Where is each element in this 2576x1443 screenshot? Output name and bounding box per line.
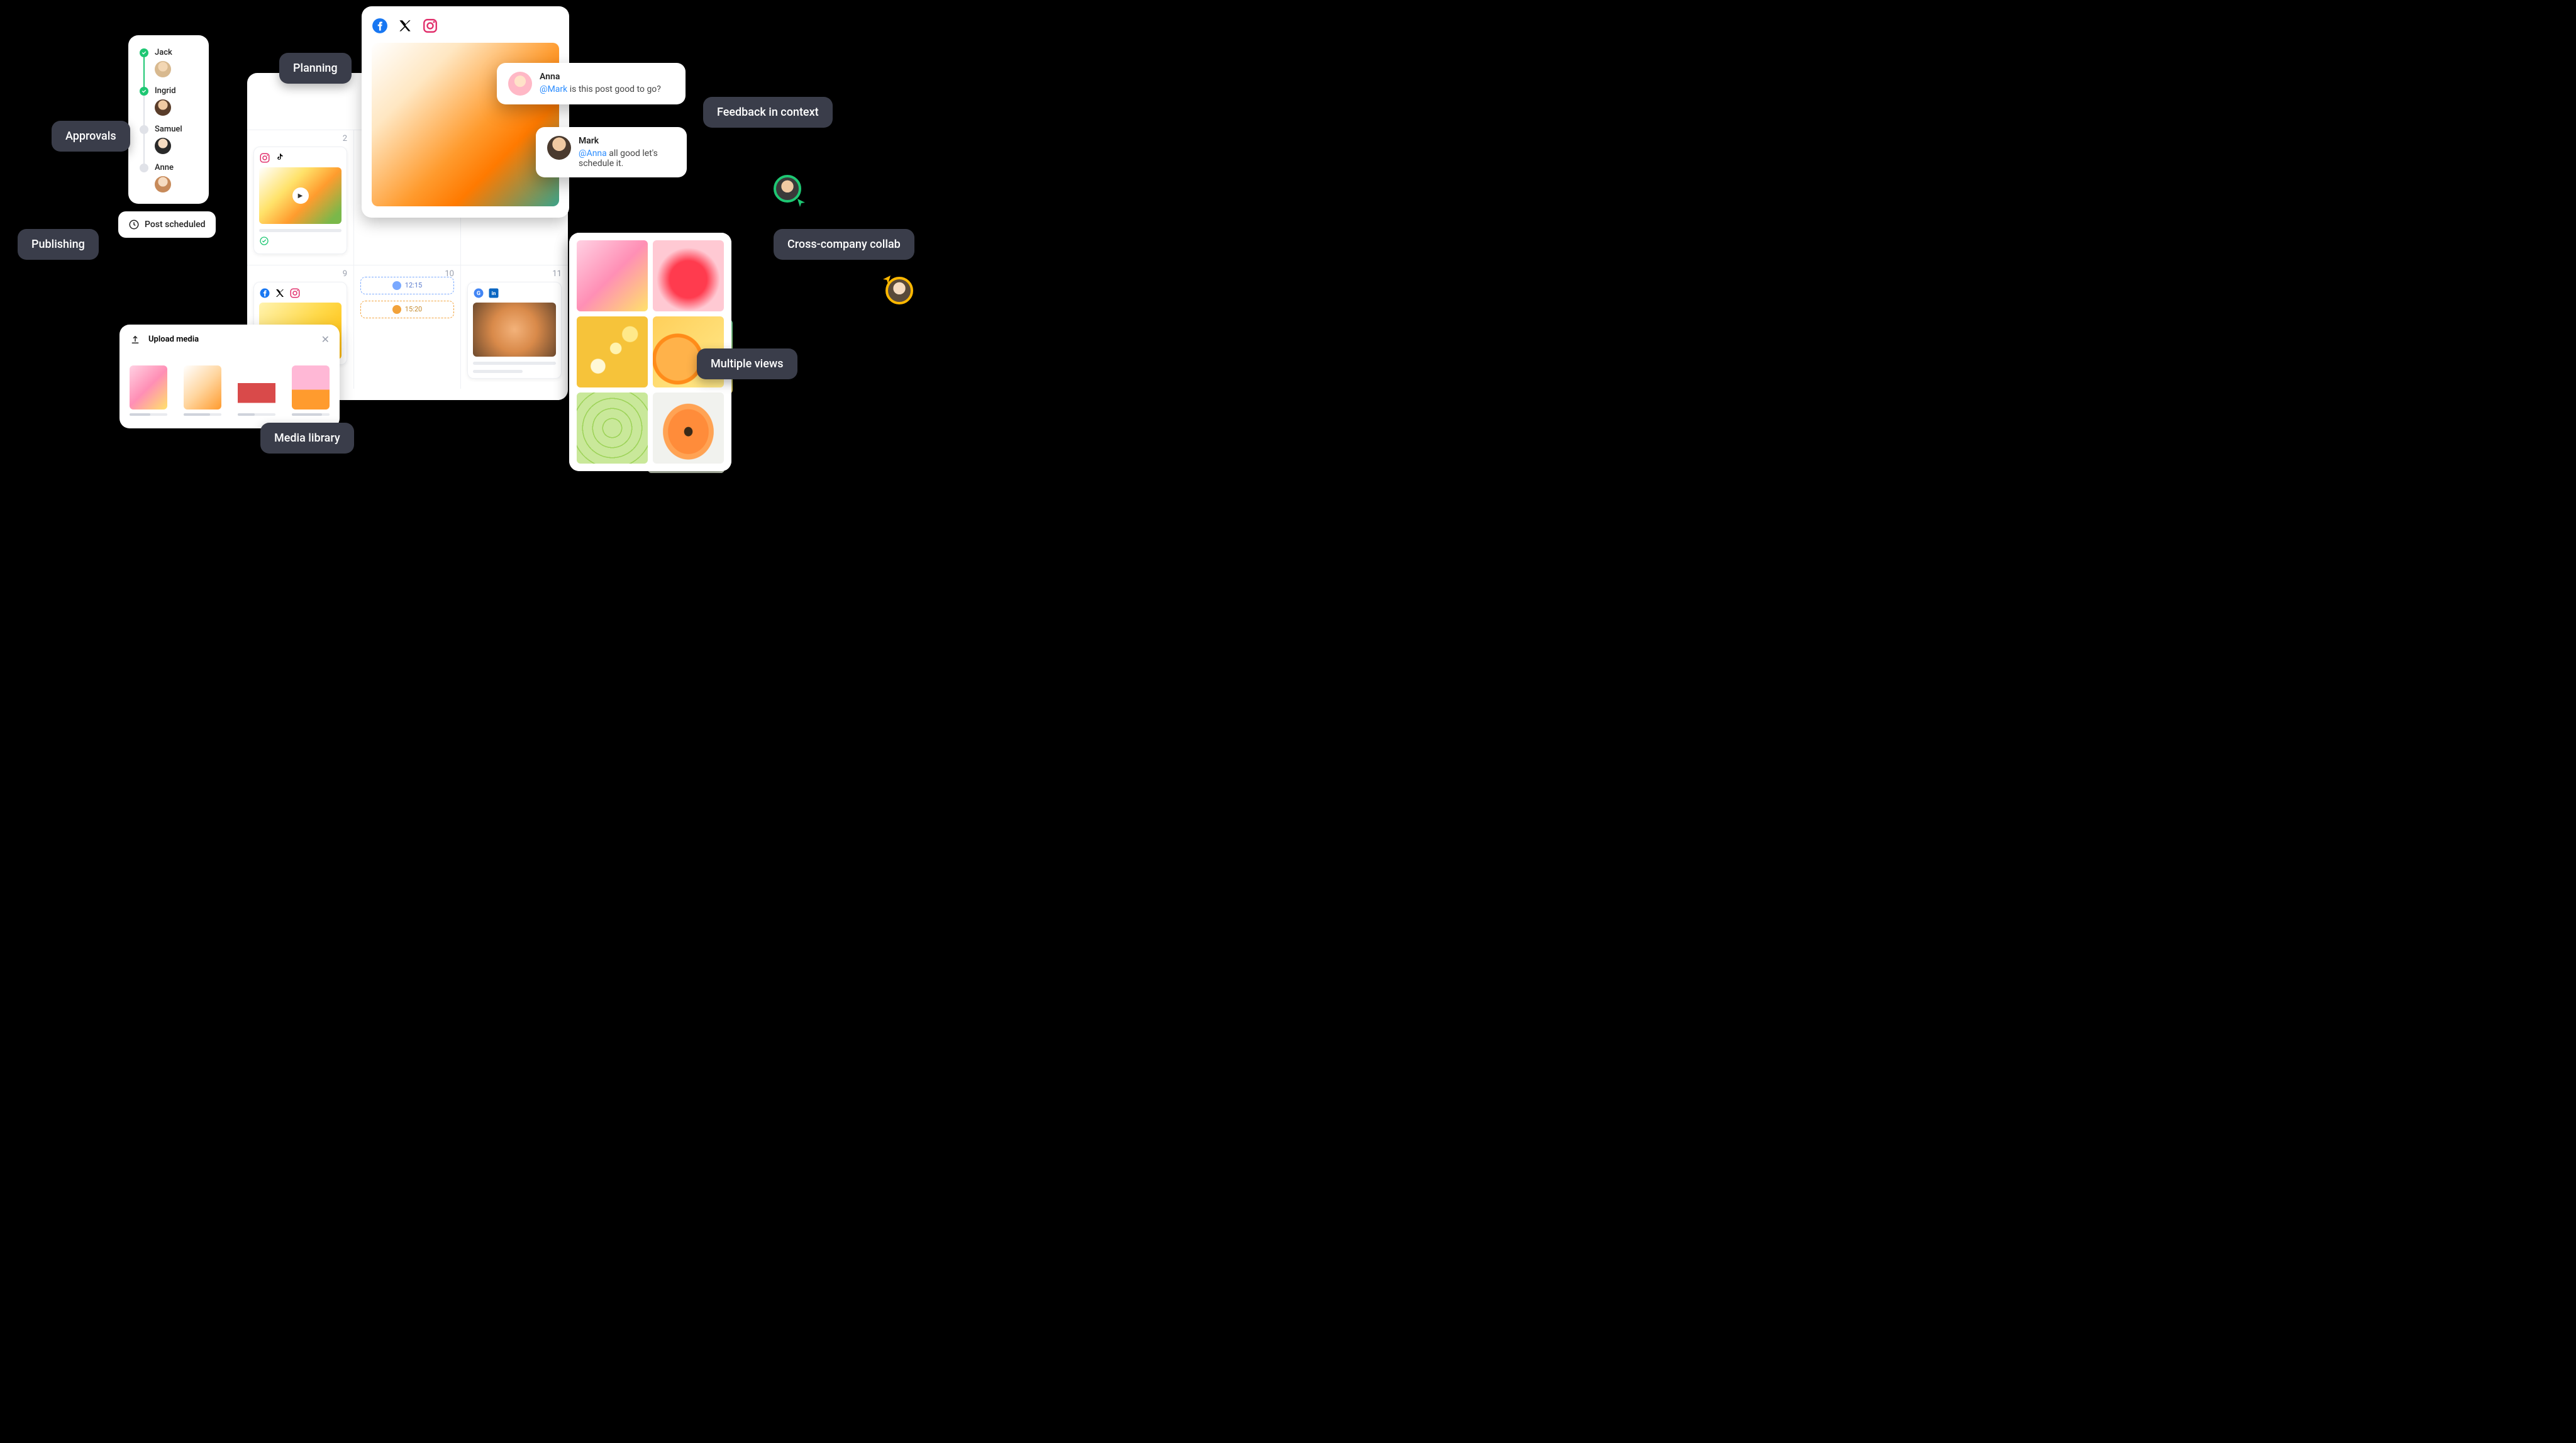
avatar (155, 61, 171, 77)
calendar-date: 9 (343, 269, 347, 279)
post-preview-card (362, 6, 569, 218)
scheduled-check-icon (259, 236, 341, 248)
multiple-views-pill: Multiple views (697, 348, 797, 379)
approver-name: Samuel (155, 125, 182, 134)
upload-progress (292, 413, 330, 416)
planning-pill: Planning (279, 53, 352, 84)
post-thumbnail (259, 167, 341, 224)
approval-row: Samuel (140, 125, 197, 134)
svg-text:in: in (492, 291, 496, 297)
upload-media-modal: Upload media ✕ (119, 325, 340, 428)
slot-time: 12:15 (405, 281, 422, 289)
pending-icon (140, 164, 148, 172)
x-icon (274, 287, 286, 299)
upload-icon (130, 334, 141, 345)
draft-time-slot[interactable]: 15:20 (360, 301, 454, 318)
post-scheduled-badge: Post scheduled (118, 211, 216, 238)
post-caption-placeholder (473, 362, 556, 365)
comment-author: Anna (540, 72, 661, 82)
avatar (155, 176, 171, 192)
close-icon[interactable]: ✕ (321, 333, 330, 345)
media-library-pill: Media library (260, 423, 354, 454)
approver-name: Jack (155, 48, 172, 57)
approver-name: Anne (155, 163, 174, 172)
facebook-icon[interactable] (372, 18, 388, 34)
grid-thumb[interactable] (577, 393, 648, 464)
grid-thumb[interactable] (653, 240, 724, 311)
post-thumbnail (473, 303, 556, 357)
facebook-icon (259, 287, 270, 299)
post-caption-placeholder (473, 370, 523, 373)
upload-thumbnail (292, 365, 330, 410)
avatar (508, 72, 532, 96)
approvals-pill: Approvals (52, 121, 130, 152)
approval-row: Anne (140, 163, 197, 172)
upload-thumbnail (184, 365, 221, 410)
grid-thumb[interactable] (653, 393, 724, 464)
cross-company-pill: Cross-company collab (774, 229, 914, 260)
slot-time: 15:20 (405, 305, 422, 313)
google-icon: G (473, 287, 484, 299)
upload-item[interactable] (292, 365, 330, 416)
upload-item[interactable] (130, 365, 167, 416)
post-scheduled-label: Post scheduled (145, 220, 206, 230)
instagram-icon (259, 152, 270, 164)
comment-bubble[interactable]: Anna @Mark is this post good to go? (497, 63, 686, 104)
approvals-card: Jack Ingrid Samuel Anne (128, 35, 209, 204)
comment-bubble[interactable]: Mark @Anna all good let's schedule it. (536, 127, 687, 177)
cursor-pointer-icon (796, 198, 806, 208)
upload-item[interactable] (184, 365, 221, 416)
comment-text: @Anna all good let's schedule it. (579, 148, 675, 169)
slot-dot-icon (392, 281, 401, 290)
upload-progress (184, 413, 221, 416)
approval-row: Ingrid (140, 86, 197, 96)
mention[interactable]: @Mark (540, 84, 567, 94)
post-caption-placeholder (259, 229, 341, 232)
tiktok-icon (274, 152, 286, 164)
publishing-pill: Publishing (18, 229, 99, 260)
grid-thumb[interactable] (577, 316, 648, 387)
scheduled-post-card[interactable]: G in (467, 282, 562, 379)
pending-icon (140, 125, 148, 134)
clock-icon (128, 219, 140, 230)
upload-thumbnail (130, 365, 167, 410)
comment-text: @Mark is this post good to go? (540, 84, 661, 94)
calendar-date: 2 (343, 134, 347, 143)
calendar-date: 11 (552, 269, 562, 279)
grid-thumb[interactable] (577, 240, 648, 311)
upload-item[interactable] (238, 365, 275, 416)
instagram-icon (289, 287, 301, 299)
avatar (155, 99, 171, 116)
approver-name: Ingrid (155, 86, 176, 96)
upload-thumbnail (238, 365, 275, 410)
x-icon[interactable] (397, 18, 413, 34)
upload-title: Upload media (148, 335, 199, 344)
instagram-icon[interactable] (422, 18, 438, 34)
approval-row: Jack (140, 48, 197, 57)
check-icon (140, 87, 148, 96)
upload-progress (130, 413, 167, 416)
svg-text:G: G (477, 291, 480, 297)
calendar-cell[interactable]: 2 (247, 130, 354, 265)
calendar-date: 10 (445, 269, 454, 279)
avatar (155, 138, 171, 154)
cursor-pointer-icon (882, 274, 892, 284)
feedback-pill: Feedback in context (703, 97, 833, 128)
draft-time-slot[interactable]: 12:15 (360, 277, 454, 294)
check-icon (140, 48, 148, 57)
upload-progress (238, 413, 275, 416)
comment-author: Mark (579, 136, 675, 146)
scheduled-post-card[interactable] (253, 147, 347, 254)
calendar-cell[interactable]: 11 G in (461, 265, 568, 389)
mention[interactable]: @Anna (579, 148, 607, 159)
avatar (547, 136, 571, 160)
slot-dot-icon (392, 305, 401, 314)
calendar-cell[interactable]: 10 12:15 15:20 (354, 265, 461, 389)
linkedin-icon: in (488, 287, 499, 299)
